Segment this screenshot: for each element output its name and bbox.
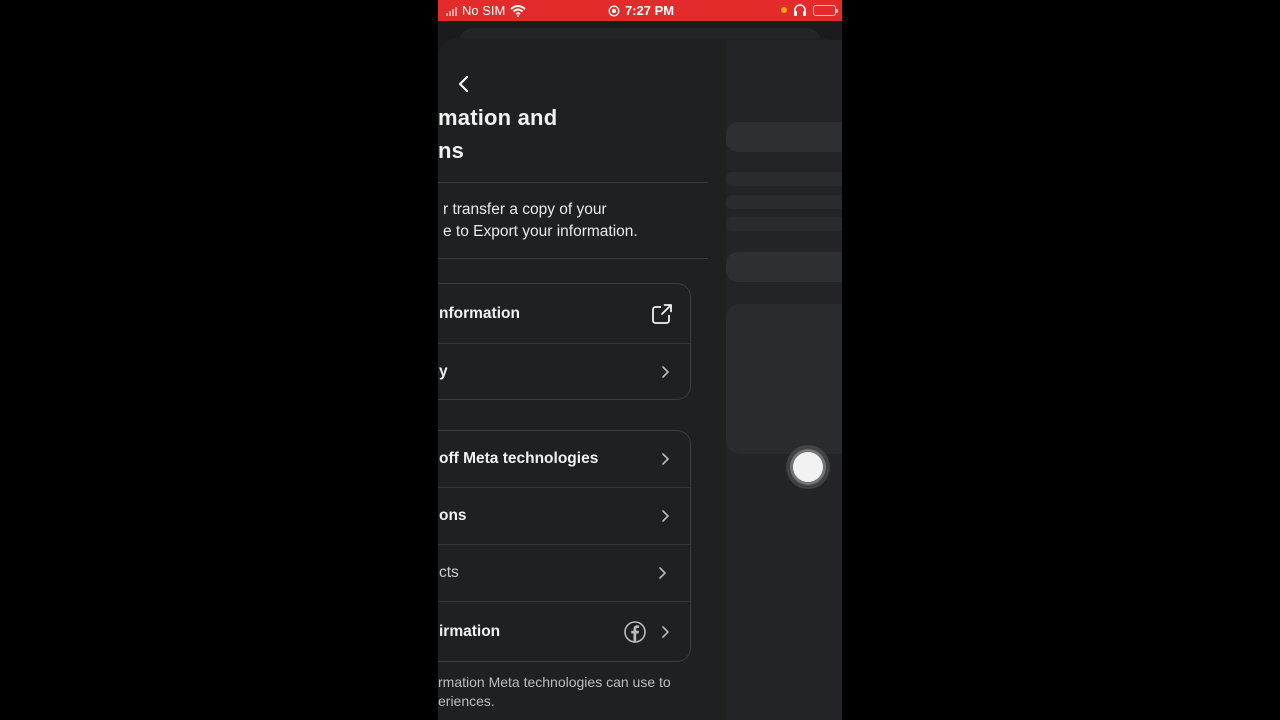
divider — [438, 258, 708, 259]
settings-group-2: off Meta technologies ons cts irmation — [438, 430, 691, 662]
chevron-right-icon — [662, 510, 670, 522]
carrier-label: No SIM — [462, 3, 506, 18]
row-download-information[interactable]: nformation — [438, 284, 690, 344]
row-label: ons — [439, 507, 467, 524]
chevron-right-icon — [662, 453, 670, 465]
settings-group-1: nformation y — [438, 283, 691, 400]
skeleton-line — [726, 217, 842, 231]
footer-line1: rmation Meta technologies can use to — [438, 674, 671, 690]
row-contacts[interactable]: cts — [438, 545, 690, 602]
skeleton-line — [726, 172, 842, 186]
divider — [438, 182, 708, 183]
headphones-icon — [794, 4, 806, 16]
phone-screen: No SIM 7:27 PM mation and ns r transfer … — [438, 0, 842, 720]
row-connections[interactable]: ons — [438, 488, 690, 545]
row-off-meta-technologies[interactable]: off Meta technologies — [438, 431, 690, 488]
row-label: nformation — [439, 304, 520, 322]
loading-panel — [726, 40, 842, 720]
chevron-right-icon — [659, 567, 667, 579]
status-time: 7:27 PM — [625, 3, 675, 18]
skeleton-card — [726, 304, 842, 454]
row-privacy[interactable]: y — [438, 344, 690, 399]
description-line1: r transfer a copy of your — [443, 201, 607, 218]
page-title-line1: mation and — [438, 105, 558, 130]
page-title-line2: ns — [438, 138, 465, 163]
chevron-right-icon — [662, 625, 670, 638]
skeleton-bar — [726, 252, 842, 282]
status-bar: No SIM 7:27 PM — [438, 0, 842, 21]
signal-icon — [446, 6, 457, 16]
screen-recording-icon — [608, 5, 620, 16]
page-title: mation and ns — [438, 101, 708, 167]
battery-icon — [813, 4, 838, 16]
footer-note: rmation Meta technologies can use to eri… — [438, 673, 703, 711]
chevron-right-icon — [662, 365, 670, 378]
row-label: cts — [439, 564, 459, 581]
mic-indicator-icon — [781, 7, 787, 13]
facebook-icon — [624, 620, 646, 643]
skeleton-bar — [726, 122, 842, 152]
assistive-touch-button[interactable] — [786, 445, 830, 489]
row-label: off Meta technologies — [439, 450, 599, 467]
row-label: irmation — [439, 622, 501, 640]
back-arrow-icon[interactable] — [452, 72, 476, 96]
page-description: r transfer a copy of your e to Export yo… — [443, 199, 708, 243]
row-confirmation[interactable]: irmation — [438, 602, 690, 661]
skeleton-line — [726, 195, 842, 209]
row-label: y — [439, 362, 448, 380]
wifi-icon — [510, 4, 526, 17]
footer-line2: eriences. — [438, 693, 495, 709]
external-link-icon — [652, 302, 673, 324]
description-line2: e to Export your information. — [443, 223, 638, 240]
